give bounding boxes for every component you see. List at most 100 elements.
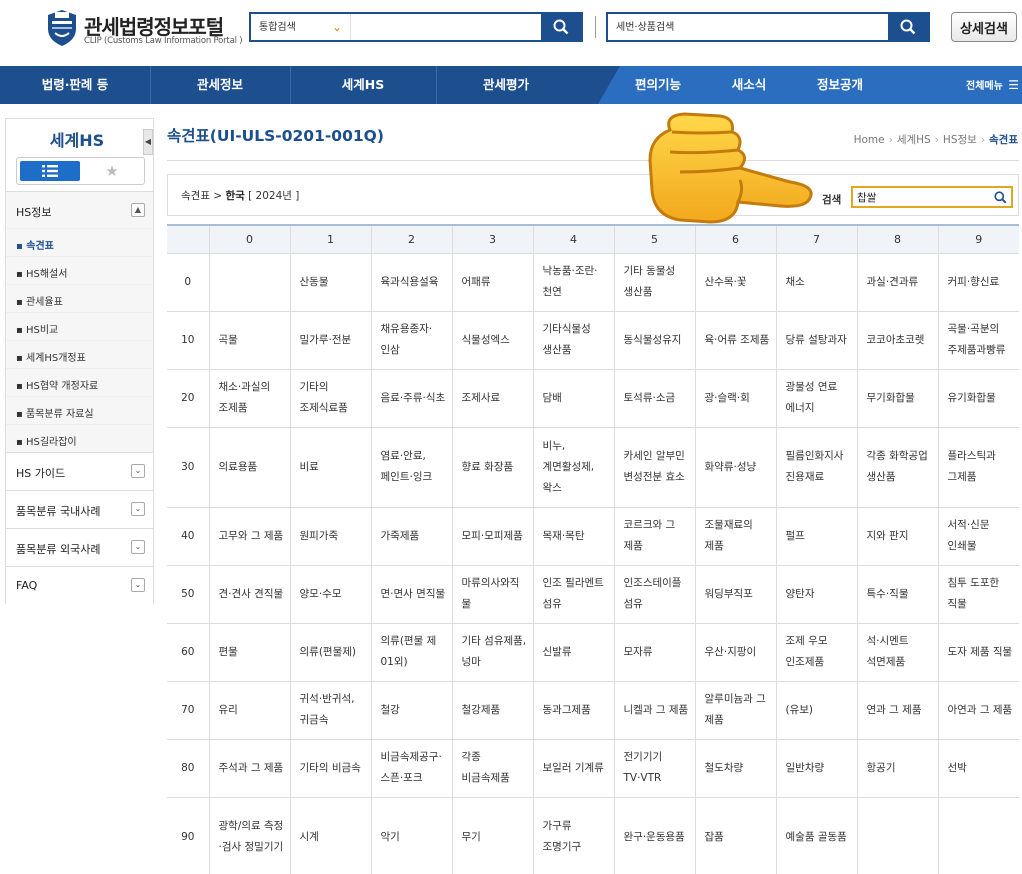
table-cell[interactable]: 철도차량 <box>695 739 777 798</box>
nav-item-customs-valuation[interactable]: 관세평가 <box>436 66 576 104</box>
table-cell[interactable]: 주석과 그 제품 <box>209 739 291 798</box>
table-cell[interactable]: 견·견사 견직물 <box>209 565 291 624</box>
table-cell[interactable]: 염료·안료,페인트·잉크 <box>371 427 453 508</box>
table-cell[interactable]: 동과그제품 <box>533 681 615 740</box>
table-cell[interactable]: 기타의 조제식료품 <box>290 369 372 428</box>
table-cell[interactable]: 의류(편물 제 01외) <box>371 623 453 682</box>
table-cell[interactable]: 향료 화장품 <box>452 427 534 508</box>
collapse-up-icon[interactable]: ▲ <box>131 203 145 217</box>
table-cell[interactable]: 조물재료의 제품 <box>695 507 777 566</box>
chevron-down-icon[interactable]: ⌄ <box>131 578 145 592</box>
table-cell[interactable]: 가죽제품 <box>371 507 453 566</box>
table-cell[interactable]: 의류(편물제) <box>290 623 372 682</box>
table-cell[interactable]: 각종 비금속제품 <box>452 739 534 798</box>
breadcrumb-home[interactable]: Home <box>854 134 885 146</box>
table-cell[interactable]: 원피가죽 <box>290 507 372 566</box>
table-cell[interactable]: 신발류 <box>533 623 615 682</box>
nav-item-law[interactable]: 법령·판례 등 <box>0 66 150 104</box>
table-cell[interactable]: 당류 설탕과자 <box>776 311 858 370</box>
table-cell[interactable]: 우산·지팡이 <box>695 623 777 682</box>
sidebar-collapse-button[interactable]: ◀ <box>143 129 153 155</box>
table-cell[interactable]: 특수·직물 <box>857 565 939 624</box>
hs-search-button[interactable] <box>888 14 928 40</box>
table-cell[interactable]: (유보) <box>776 681 858 740</box>
table-cell[interactable]: 귀석·반귀석, 귀금속 <box>290 681 372 740</box>
table-cell[interactable]: 보일러 기계류 <box>533 739 615 798</box>
table-cell[interactable]: 철강제품 <box>452 681 534 740</box>
sidebar-section-faq[interactable]: FAQ ⌄ <box>6 566 153 604</box>
table-cell[interactable]: 조제 우모 인조제품 <box>776 623 858 682</box>
integrated-search-button[interactable] <box>541 14 581 40</box>
table-search-input[interactable]: 찹쌀 <box>851 186 1013 208</box>
table-cell[interactable]: 시계 <box>290 797 372 874</box>
table-cell[interactable]: 선박 <box>938 739 1019 798</box>
table-cell[interactable]: 기타 섬유제품,넝마 <box>452 623 534 682</box>
sidebar-section-hs-guide[interactable]: HS 가이드 ⌄ <box>6 452 153 490</box>
table-cell[interactable]: 채소·과실의 조제품 <box>209 369 291 428</box>
nav-item-customs-info[interactable]: 관세정보 <box>150 66 290 104</box>
table-cell[interactable]: 면·면사 면직물 <box>371 565 453 624</box>
table-cell[interactable]: 목재·목탄 <box>533 507 615 566</box>
table-cell[interactable]: 식물성엑스 <box>452 311 534 370</box>
chevron-down-icon[interactable]: ⌄ <box>131 464 145 478</box>
nav-item-news[interactable]: 새소식 <box>712 66 786 104</box>
table-cell[interactable]: 산수목·꽃 <box>695 253 777 312</box>
table-cell[interactable]: 서적·신문 인쇄물 <box>938 507 1019 566</box>
table-cell[interactable]: 의료용품 <box>209 427 291 508</box>
sidebar-item-hs-commentary[interactable]: ▪ HS해설서 <box>6 256 153 284</box>
chevron-down-icon[interactable]: ⌄ <box>131 502 145 516</box>
table-cell[interactable]: 완구·운동용품 <box>614 797 696 874</box>
table-cell[interactable]: 광·슬랙·회 <box>695 369 777 428</box>
filter-country[interactable]: 한국 <box>225 190 244 202</box>
table-cell[interactable]: 무기화합물 <box>857 369 939 428</box>
table-cell[interactable]: 잡품 <box>695 797 777 874</box>
all-menu-button[interactable]: 전체메뉴 ☰ <box>966 66 1019 104</box>
table-cell[interactable]: 알루미늄과 그 제품 <box>695 681 777 740</box>
table-search-button[interactable] <box>991 189 1009 205</box>
table-cell[interactable]: 아연과 그 제품 <box>938 681 1019 740</box>
table-cell[interactable]: 철강 <box>371 681 453 740</box>
table-cell[interactable]: 침투 도포한 직물 <box>938 565 1019 624</box>
table-cell[interactable]: 인조스테이플섬유 <box>614 565 696 624</box>
table-cell[interactable]: 기타 동물성 생산품 <box>614 253 696 312</box>
table-cell[interactable]: 육·어류 조제품 <box>695 311 777 370</box>
chevron-down-icon[interactable]: ⌄ <box>131 540 145 554</box>
table-cell[interactable]: 육과식용설육 <box>371 253 453 312</box>
tab-menu-list[interactable] <box>20 161 80 181</box>
table-cell[interactable]: 코코아초코렛 <box>857 311 939 370</box>
table-cell[interactable]: 밀가루·전분 <box>290 311 372 370</box>
table-cell[interactable]: 채유용종자·인삼 <box>371 311 453 370</box>
table-cell[interactable]: 조제사료 <box>452 369 534 428</box>
table-cell[interactable]: 가구류 조명기구 <box>533 797 615 874</box>
sidebar-item-hs-compare[interactable]: ▪ HS비교 <box>6 312 153 340</box>
sidebar-section-domestic-cases[interactable]: 품목분류 국내사례 ⌄ <box>6 490 153 528</box>
table-cell[interactable]: 워딩부직포 <box>695 565 777 624</box>
breadcrumb-hs-info[interactable]: HS정보 <box>943 134 977 146</box>
table-cell[interactable]: 펄프 <box>776 507 858 566</box>
table-cell[interactable]: 항공기 <box>857 739 939 798</box>
table-cell[interactable]: 지와 판지 <box>857 507 939 566</box>
breadcrumb-world-hs[interactable]: 세계HS <box>897 134 931 146</box>
table-cell[interactable]: 인조 필라멘트 섬유 <box>533 565 615 624</box>
table-cell[interactable]: 비누, 계면활성제, 왁스 <box>533 427 615 508</box>
sidebar-item-hs-revision[interactable]: ▪ 세계HS개정표 <box>6 340 153 368</box>
table-cell[interactable]: 일반차량 <box>776 739 858 798</box>
table-cell[interactable]: 과실·견과류 <box>857 253 939 312</box>
sidebar-item-classification-library[interactable]: ▪ 품목분류 자료실 <box>6 396 153 424</box>
table-cell[interactable]: 각종 화학공업 생산품 <box>857 427 939 508</box>
table-cell[interactable]: 전기기기 TV·VTR <box>614 739 696 798</box>
table-cell[interactable]: 연과 그 제품 <box>857 681 939 740</box>
table-cell[interactable]: 비료 <box>290 427 372 508</box>
table-cell[interactable]: 편물 <box>209 623 291 682</box>
sidebar-item-hs-guide[interactable]: ▪ HS길라잡이 <box>6 424 153 452</box>
sidebar-item-quick-table[interactable]: ▪ 속견표 <box>6 228 153 256</box>
table-cell[interactable]: 악기 <box>371 797 453 874</box>
table-cell[interactable]: 카세인 알부민 변성전분 효소 <box>614 427 696 508</box>
sidebar-section-hs-info[interactable]: HS정보 ▲ <box>6 191 153 229</box>
table-cell[interactable]: 양탄자 <box>776 565 858 624</box>
nav-item-convenience[interactable]: 편의기능 <box>618 66 698 104</box>
table-cell[interactable]: 무기 <box>452 797 534 874</box>
sidebar-section-foreign-cases[interactable]: 품목분류 외국사례 ⌄ <box>6 528 153 566</box>
table-cell[interactable]: 기타의 비금속 <box>290 739 372 798</box>
table-cell[interactable]: 담배 <box>533 369 615 428</box>
